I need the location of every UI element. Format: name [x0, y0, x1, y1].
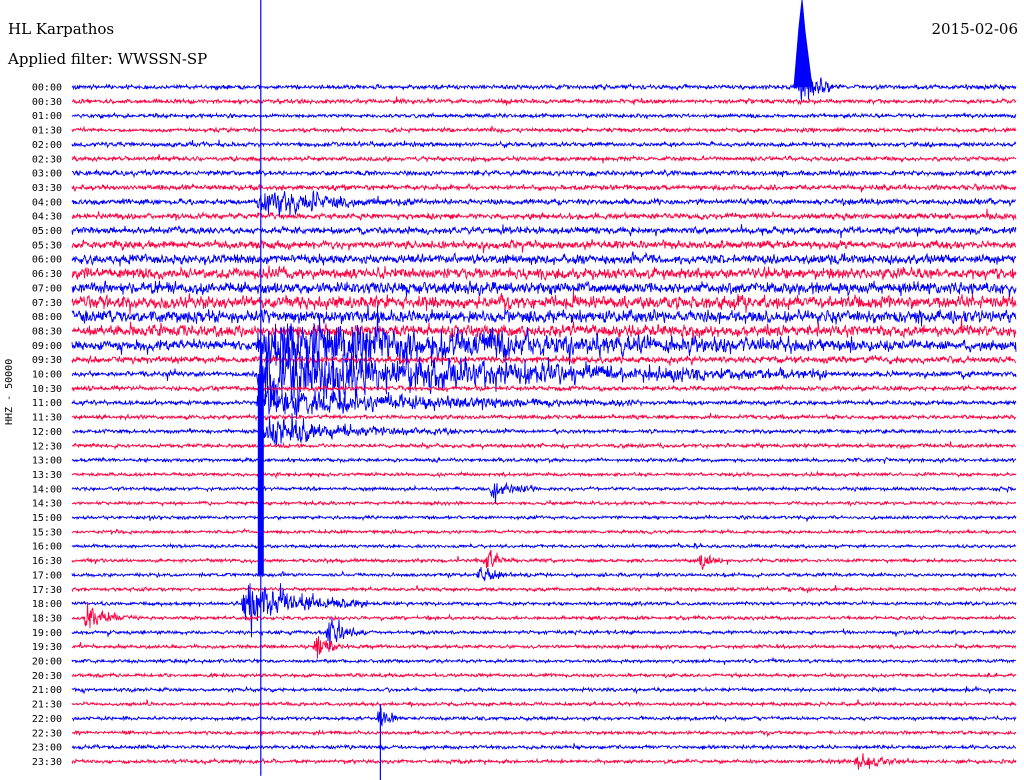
- trace-line-row-0930: [71, 354, 1017, 366]
- trace-line-row-0030: [71, 96, 1017, 106]
- row-time-label: 18:30: [32, 613, 62, 624]
- row-label-group: 00:00 00:30 01:00 01:30 02:00 02:30 03:00 03:30…: [32, 83, 62, 768]
- row-time-label: 18:00: [32, 599, 62, 610]
- row-time-label: 08:00: [32, 312, 62, 323]
- row-time-label: 05:30: [32, 240, 62, 251]
- row-time-label: 16:00: [32, 542, 62, 553]
- trace-line-row-0130: [71, 125, 1017, 135]
- trace-line-row-0500: [71, 224, 1017, 239]
- row-time-label: 16:30: [32, 556, 62, 567]
- row-time-label: 05:00: [32, 226, 62, 237]
- trace-line-row-0000: [71, 75, 1017, 103]
- trace-line-row-1100: [71, 385, 1017, 419]
- trace-line-row-1330: [71, 470, 1017, 480]
- row-time-label: 06:30: [32, 269, 62, 280]
- trace-line-row-1300: [71, 456, 1017, 465]
- row-time-label: 09:30: [32, 355, 62, 366]
- trace-line-row-2330: [71, 753, 1017, 770]
- trace-line-row-0100: [71, 111, 1017, 120]
- row-time-label: 02:00: [32, 140, 62, 151]
- row-time-label: 13:30: [32, 470, 62, 481]
- trace-line-row-0730: [71, 290, 1017, 315]
- trace-line-row-0900: [71, 305, 1017, 377]
- trace-line-row-0630: [71, 265, 1017, 282]
- trace-line-row-0430: [71, 208, 1017, 222]
- row-time-label: 12:30: [32, 441, 62, 452]
- row-time-label: 22:00: [32, 714, 62, 725]
- trace-line-row-1700: [71, 567, 1017, 582]
- trace-line-row-0400: [71, 190, 1017, 218]
- row-time-label: 10:00: [32, 370, 62, 381]
- trace-line-row-1800: [71, 583, 1017, 638]
- row-time-label: 04:30: [32, 212, 62, 223]
- trace-line-row-2000: [71, 657, 1017, 666]
- seismogram-page: HL Karpathos 2015-02-06 Applied filter: …: [0, 0, 1024, 780]
- row-time-label: 20:30: [32, 671, 62, 682]
- row-time-label: 19:00: [32, 628, 62, 639]
- seismogram-chart: 00:00 00:30 01:00 01:30 02:00 02:30 03:00 03:30…: [32, 0, 1017, 780]
- row-time-label: 13:00: [32, 456, 62, 467]
- trace-line-row-2300: [71, 743, 1016, 752]
- row-time-label: 00:00: [32, 83, 62, 94]
- row-time-label: 03:00: [32, 169, 62, 180]
- trace-line-row-0330: [71, 182, 1017, 193]
- row-time-label: 09:00: [32, 341, 62, 352]
- trace-line-row-2200: [71, 707, 1017, 727]
- trace-line-row-1600: [71, 542, 1017, 550]
- trace-line-row-0530: [71, 238, 1017, 254]
- trace-line-row-0700: [71, 280, 1017, 298]
- row-time-label: 14:30: [32, 499, 62, 510]
- trace-line-row-1900: [71, 617, 1016, 650]
- trace-line-row-1230: [71, 441, 1017, 451]
- trace-line-row-1400: [71, 481, 1017, 504]
- trace-line-row-2130: [71, 698, 1017, 709]
- trace-line-row-2030: [71, 671, 1017, 680]
- trace-line-row-0800: [71, 305, 1017, 327]
- trace-line-row-1730: [71, 585, 1017, 593]
- trace-line-row-0230: [71, 154, 1017, 164]
- row-time-label: 23:30: [32, 757, 62, 768]
- row-time-label: 01:00: [32, 111, 62, 122]
- trace-line-row-1530: [71, 527, 1017, 536]
- row-time-label: 15:00: [32, 513, 62, 524]
- trace-line-row-2100: [71, 686, 1017, 695]
- row-time-label: 15:30: [32, 527, 62, 538]
- trace-line-row-0300: [71, 168, 1017, 179]
- row-time-label: 07:30: [32, 298, 62, 309]
- event-spike-mark: [793, 0, 813, 88]
- row-time-label: 07:00: [32, 283, 62, 294]
- row-time-label: 20:00: [32, 657, 62, 668]
- row-time-label: 08:30: [32, 326, 62, 337]
- row-time-label: 12:00: [32, 427, 62, 438]
- row-time-label: 17:30: [32, 585, 62, 596]
- trace-line-row-2230: [71, 728, 1017, 738]
- row-time-label: 04:00: [32, 197, 62, 208]
- trace-line-row-1630: [71, 549, 1017, 570]
- row-time-label: 21:00: [32, 685, 62, 696]
- trace-group: [71, 75, 1017, 770]
- trace-line-row-0200: [71, 139, 1017, 149]
- row-time-label: 23:00: [32, 743, 62, 754]
- row-time-label: 10:30: [32, 384, 62, 395]
- row-time-label: 01:30: [32, 126, 62, 137]
- row-time-label: 22:30: [32, 728, 62, 739]
- trace-line-row-0600: [71, 251, 1017, 267]
- trace-line-row-1430: [71, 499, 1017, 507]
- trace-line-row-1930: [71, 636, 1017, 659]
- row-time-label: 11:30: [32, 413, 62, 424]
- trace-line-row-1130: [71, 412, 1017, 422]
- row-time-label: 00:30: [32, 97, 62, 108]
- row-time-label: 21:30: [32, 700, 62, 711]
- row-time-label: 11:00: [32, 398, 62, 409]
- row-time-label: 19:30: [32, 642, 62, 653]
- row-time-label: 06:00: [32, 255, 62, 266]
- row-time-label: 14:00: [32, 484, 62, 495]
- row-time-label: 02:30: [32, 154, 62, 165]
- row-time-label: 17:00: [32, 570, 62, 581]
- trace-line-row-1500: [71, 514, 1017, 522]
- trace-line-row-1030: [71, 383, 1017, 393]
- row-time-label: 03:30: [32, 183, 62, 194]
